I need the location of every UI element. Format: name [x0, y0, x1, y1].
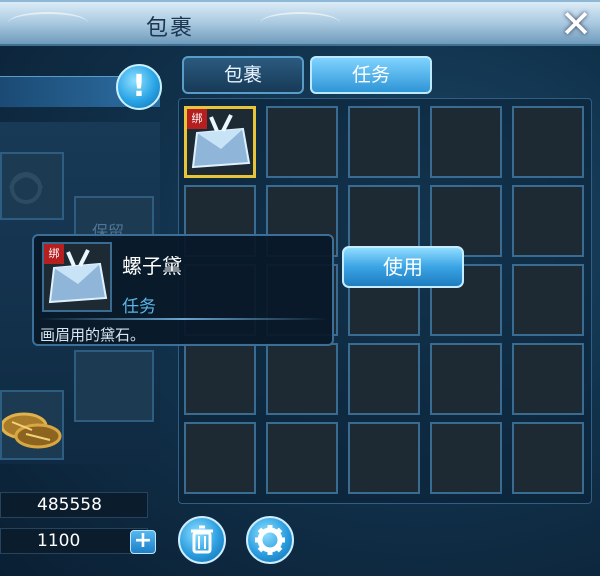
add-button[interactable]: + [130, 530, 156, 554]
title-bar: 包裹 ✕ [0, 2, 600, 46]
bind-tag: 绑 [44, 244, 64, 264]
inventory-slot[interactable] [266, 343, 338, 415]
use-button[interactable]: 使用 [342, 246, 464, 288]
tooltip-item-slot: 绑 [42, 242, 112, 312]
trash-icon [191, 525, 213, 554]
equipment-slot[interactable] [0, 152, 64, 220]
inventory-slot[interactable]: 绑 [184, 106, 256, 178]
inventory-slot[interactable] [348, 422, 420, 494]
equipment-slot[interactable] [74, 350, 154, 422]
equipment-slot[interactable] [0, 390, 64, 460]
inventory-slot[interactable] [184, 343, 256, 415]
exclamation-icon: ! [132, 69, 146, 104]
inventory-slot[interactable] [266, 106, 338, 178]
inventory-slot[interactable] [512, 422, 584, 494]
settings-button[interactable] [246, 516, 294, 564]
inventory-slot[interactable] [512, 106, 584, 178]
energy-field: 1100 [0, 528, 148, 554]
inventory-slot[interactable] [430, 106, 502, 178]
inventory-slot[interactable] [512, 185, 584, 257]
sandal-icon [2, 412, 62, 449]
inventory-slot[interactable] [266, 422, 338, 494]
item-description: 画眉用的黛石。 [40, 326, 146, 344]
window-title: 包裹 [145, 16, 194, 41]
delete-button[interactable] [178, 516, 226, 564]
tab-task[interactable]: 任务 [310, 56, 432, 94]
currency-field: 485558 [0, 492, 148, 518]
tab-bag[interactable]: 包裹 [182, 56, 304, 94]
gear-icon [255, 525, 285, 555]
item-tooltip: 绑 螺子黛 任务 画眉用的黛石。 [32, 234, 334, 346]
bind-tag: 绑 [187, 109, 207, 129]
inventory-slot[interactable] [512, 264, 584, 336]
close-icon: ✕ [560, 2, 592, 46]
inventory-slot[interactable] [348, 343, 420, 415]
inventory-slot[interactable] [348, 106, 420, 178]
inventory-slot[interactable] [184, 422, 256, 494]
ornament-silhouette-icon [8, 172, 44, 204]
plus-icon: + [133, 528, 153, 553]
info-button[interactable]: ! [116, 64, 162, 110]
inventory-slot[interactable] [430, 343, 502, 415]
item-type: 任务 [122, 297, 156, 317]
close-button[interactable]: ✕ [556, 4, 596, 44]
divider [38, 318, 328, 320]
item-name: 螺子黛 [122, 254, 182, 278]
bag-window: 包裹 ✕ ! 保留 485558 1100 + 包裹 任务 绑 绑 螺子黛 任务… [0, 0, 600, 576]
inventory-slot[interactable] [512, 343, 584, 415]
inventory-slot[interactable] [430, 422, 502, 494]
